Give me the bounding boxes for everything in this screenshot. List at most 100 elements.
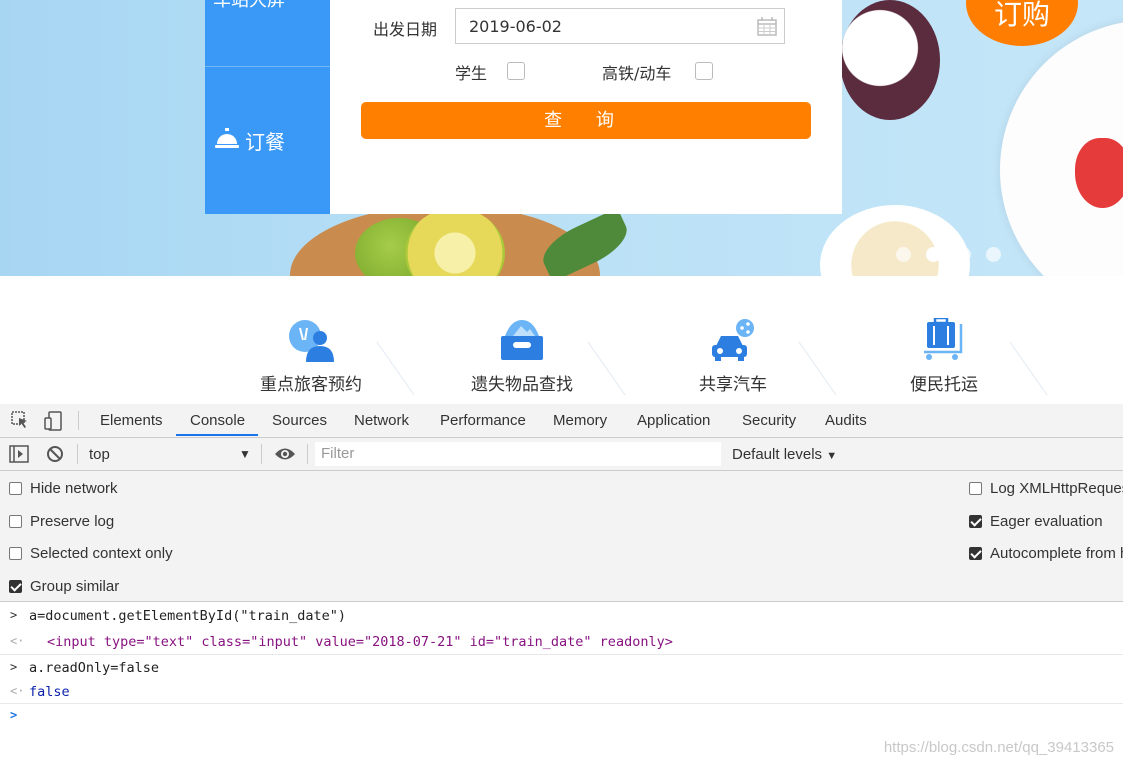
tab-audits[interactable]: Audits [825,412,867,429]
tab-elements[interactable]: Elements [100,412,163,429]
luggage-cart-icon [869,318,1019,364]
setting-eager-evaluation[interactable]: Eager evaluation [969,513,1103,530]
setting-preserve-log[interactable]: Preserve log [9,513,114,530]
console-command: a.readOnly=false [29,660,160,676]
console-command: a=document.getElementById("train_date") [29,608,346,624]
date-label: 出发日期 [373,20,438,39]
tab-console[interactable]: Console [190,412,245,429]
carousel-dot[interactable] [986,247,1001,262]
context-selector[interactable]: top [89,446,110,463]
tab-application[interactable]: Application [637,412,710,429]
search-button[interactable]: 查 询 [361,102,811,139]
service-label: 共享汽车 [699,375,767,395]
checkbox-checked[interactable] [9,580,22,593]
chevron-right-icon: > [10,660,18,674]
return-arrow-icon: <· [10,684,25,698]
service-label: 便民托运 [910,375,978,395]
checkbox-checked[interactable] [969,547,982,560]
service-item-car-share[interactable]: 共享汽车 [658,318,808,395]
carousel-dot-active[interactable] [926,247,941,262]
tea-cup-image [820,205,970,276]
console-toolbar: top ▼ Filter Default levels ▼ [0,438,1123,471]
divider [0,654,1123,655]
student-label: 学生 [455,64,488,83]
console-result: false [29,684,70,700]
devtools-tabbar: Elements Console Sources Network Perform… [0,404,1123,438]
lost-box-icon [447,318,597,364]
side-tab-label: 订餐 [245,130,285,154]
service-item-luggage[interactable]: 便民托运 [869,318,1019,395]
divider [77,444,78,464]
chevron-down-icon[interactable]: ▼ [239,447,251,461]
strawberry-image [1075,138,1123,208]
inspect-element-icon[interactable] [11,411,29,434]
date-value: 2019-06-02 [469,17,562,36]
service-strip: 重点旅客预约 遗失物品查找 共享汽车 便民托运 [0,276,1123,404]
ticket-search-form: 出发日期 2019-06-02 学生 高铁/动车 查 询 [330,0,842,214]
tab-sources[interactable]: Sources [272,412,327,429]
student-checkbox[interactable] [507,62,525,80]
highspeed-label: 高铁/动车 [602,64,672,83]
watermark: https://blog.csdn.net/qq_39413365 [883,739,1114,756]
service-item-vip-booking[interactable]: 重点旅客预约 [236,318,386,395]
carousel-dot[interactable] [896,247,911,262]
checkbox[interactable] [9,547,22,560]
chevron-right-icon: > [10,608,18,622]
device-toolbar-icon[interactable] [44,411,62,436]
banner-carousel: 订购 车站大屏 订餐 出发日期 2019-06-02 学生 高铁/动车 查 询 [0,0,1123,276]
checkbox[interactable] [969,482,982,495]
devtools-panel: Elements Console Sources Network Perform… [0,404,1123,765]
setting-group-similar[interactable]: Group similar [9,578,119,595]
tab-performance[interactable]: Performance [440,412,526,429]
service-label: 遗失物品查找 [471,375,573,395]
side-tab-station-screen[interactable]: 车站大屏 [205,0,330,67]
order-badge[interactable]: 订购 [966,0,1078,46]
side-tabs: 车站大屏 订餐 [205,0,330,214]
car-share-icon [658,318,808,364]
tab-security[interactable]: Security [742,412,796,429]
tab-network[interactable]: Network [354,412,409,429]
mangosteen-image [840,0,940,120]
console-result[interactable]: <input type="text" class="input" value="… [47,634,673,650]
eye-icon[interactable] [274,446,296,467]
chevron-down-icon: ▼ [826,450,838,462]
setting-label: Log XMLHttpRequests [990,480,1123,497]
checkbox[interactable] [9,482,22,495]
service-item-lost-found[interactable]: 遗失物品查找 [447,318,597,395]
setting-label: Autocomplete from history [990,545,1123,562]
carousel-dots [896,247,1001,262]
departure-date-input[interactable]: 2019-06-02 [455,8,785,44]
setting-label: Selected context only [30,545,173,562]
person-service-icon [236,318,386,364]
divider [261,444,262,464]
setting-label: Eager evaluation [990,513,1103,530]
service-label: 重点旅客预约 [260,375,362,395]
calendar-icon[interactable] [757,17,777,40]
chevron-right-icon: > [10,708,18,722]
console-settings: Hide network Preserve log Selected conte… [0,471,1123,602]
carousel-dot[interactable] [956,247,971,262]
levels-label: Default levels [732,446,823,463]
levels-dropdown[interactable]: Default levels ▼ [732,446,837,463]
checkbox-checked[interactable] [969,515,982,528]
clear-console-icon[interactable] [46,445,64,468]
checkbox[interactable] [9,515,22,528]
divider [0,703,1123,704]
highspeed-checkbox[interactable] [695,62,713,80]
setting-log-xhr[interactable]: Log XMLHttpRequests [969,480,1123,497]
setting-label: Hide network [30,480,118,497]
tab-memory[interactable]: Memory [553,412,607,429]
divider [78,411,79,430]
setting-autocomplete[interactable]: Autocomplete from history [969,545,1123,562]
setting-label: Group similar [30,578,120,595]
side-tab-label: 车站大屏 [213,0,285,11]
setting-label: Preserve log [30,513,115,530]
filter-input[interactable]: Filter [315,442,721,466]
setting-selected-context[interactable]: Selected context only [9,545,173,562]
bell-icon [215,127,239,154]
return-arrow-icon: <· [10,634,25,648]
sidebar-toggle-icon[interactable] [9,445,29,468]
setting-hide-network[interactable]: Hide network [9,480,118,497]
side-tab-order[interactable]: 订餐 [205,67,330,214]
divider [307,444,308,464]
